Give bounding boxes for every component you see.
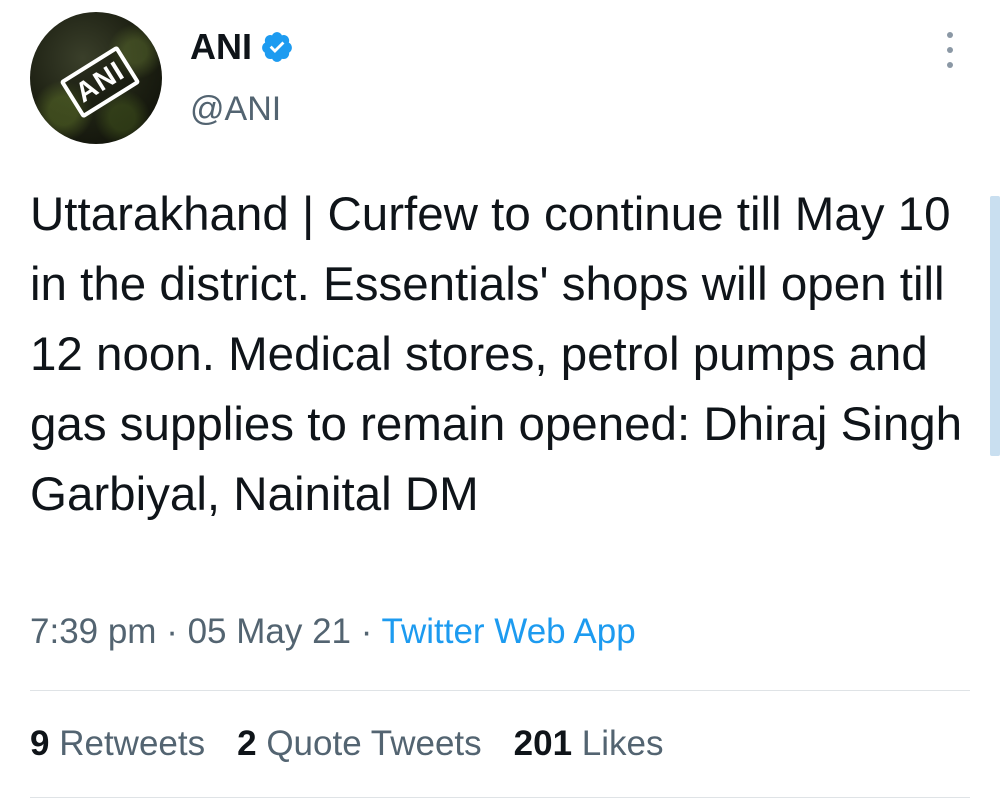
likes-stat[interactable]: 201 Likes: [514, 724, 664, 764]
avatar[interactable]: ANI: [30, 12, 162, 144]
meta-separator: ·: [360, 612, 373, 651]
author-name-row[interactable]: ANI: [190, 26, 294, 68]
tweet-time[interactable]: 7:39 pm: [30, 612, 156, 651]
retweets-stat[interactable]: 9 Retweets: [30, 724, 205, 764]
more-dot: [947, 47, 953, 53]
likes-count: 201: [513, 724, 573, 763]
author-display-name[interactable]: ANI: [190, 26, 252, 68]
meta-separator: ·: [166, 612, 178, 651]
scrollbar[interactable]: [990, 196, 1000, 456]
more-vertical-icon[interactable]: [938, 30, 962, 70]
likes-label: Likes: [581, 724, 664, 763]
author-handle[interactable]: @ANI: [190, 90, 281, 129]
divider: [30, 797, 970, 798]
tweet-source-link[interactable]: Twitter Web App: [382, 612, 636, 651]
tweet-date[interactable]: 05 May 21: [188, 612, 351, 651]
more-dot: [947, 62, 953, 68]
tweet-text: Uttarakhand | Curfew to continue till Ma…: [30, 188, 963, 521]
tweet-meta: 7:39 pm · 05 May 21 · Twitter Web App: [30, 612, 636, 652]
quote-tweets-count: 2: [237, 724, 257, 763]
retweets-label: Retweets: [59, 724, 206, 763]
quote-tweets-label: Quote Tweets: [266, 724, 482, 763]
verified-badge-icon: [260, 30, 294, 64]
tweet-stats: 9 Retweets 2 Quote Tweets 201 Likes: [30, 724, 664, 764]
retweets-count: 9: [30, 724, 50, 763]
quote-tweets-stat[interactable]: 2 Quote Tweets: [237, 724, 482, 764]
divider: [30, 690, 970, 691]
more-dot: [947, 32, 953, 38]
